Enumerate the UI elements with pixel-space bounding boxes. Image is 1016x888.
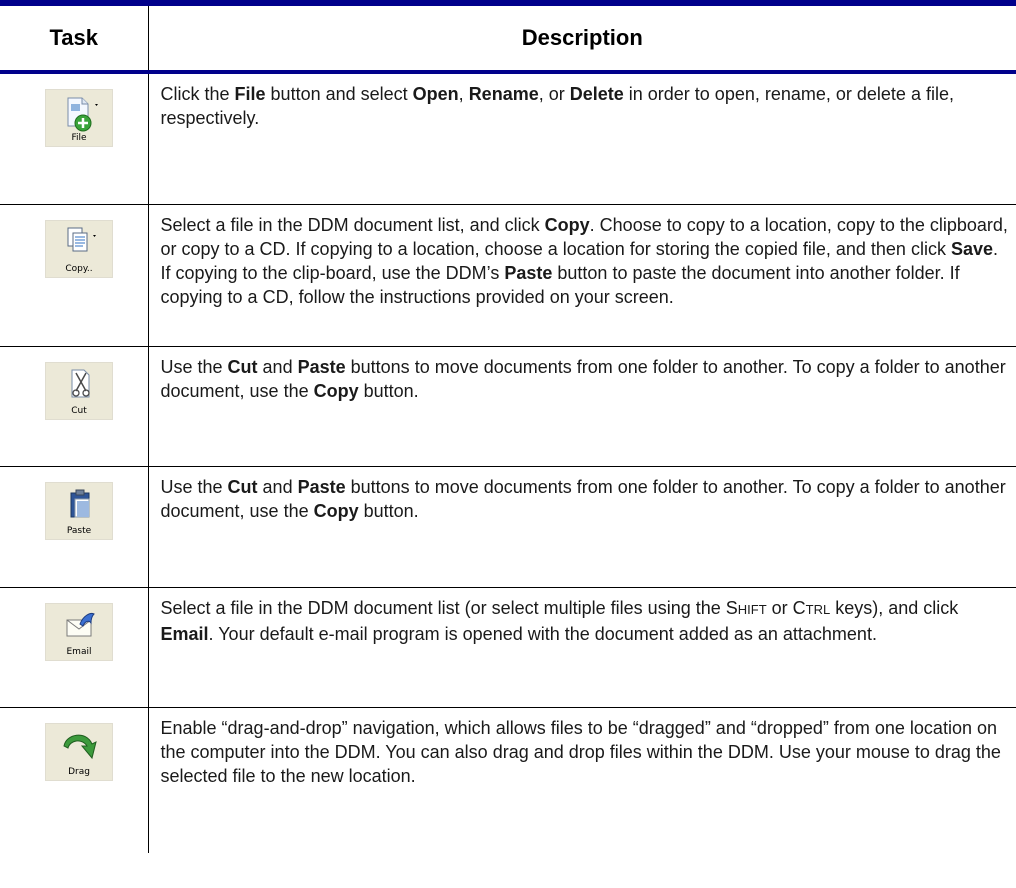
text-run: Enable “drag-and-drop” navigation, which…	[160, 717, 1001, 786]
email-button-label: Email	[66, 646, 92, 657]
header-row: Task Description	[0, 6, 1016, 72]
bold-term: Delete	[569, 84, 624, 104]
table-row-email: Email Select a file in the DDM document …	[0, 587, 1016, 707]
description-cell: Use the Cut and Paste buttons to move do…	[148, 346, 1016, 466]
text-run: or	[766, 597, 793, 618]
description-cell: Use the Cut and Paste buttons to move do…	[148, 466, 1016, 587]
drag-button[interactable]: Drag	[45, 722, 113, 781]
description-column-header: Description	[521, 25, 643, 50]
drag-button-label: Drag	[68, 766, 90, 777]
description-cell: Select a file in the DDM document list, …	[148, 204, 1016, 346]
paste-button[interactable]: Paste	[45, 481, 113, 540]
table-row-file: File Click the File button and select Op…	[0, 72, 1016, 204]
text-run: Use the	[160, 476, 228, 497]
text-run: . Your default e-mail program is opened …	[208, 623, 877, 644]
cut-button-label: Cut	[71, 405, 87, 416]
description-cell: Enable “drag-and-drop” navigation, which…	[148, 707, 1016, 853]
bold-term: Open	[412, 84, 459, 104]
bold-term: Save	[950, 238, 993, 259]
bold-term: Copy	[313, 380, 359, 401]
cut-button[interactable]: Cut	[45, 361, 113, 420]
copy-button[interactable]: Copy..	[45, 219, 113, 278]
bold-term: Copy	[544, 214, 590, 235]
text-run: and	[257, 476, 298, 497]
bold-term: Paste	[504, 262, 553, 283]
text-run: Select a file in the DDM document list, …	[160, 214, 545, 235]
text-run: ,	[458, 84, 469, 104]
description-cell: Click the File button and select Open, R…	[148, 72, 1016, 204]
copy-button-label: Copy..	[65, 263, 93, 274]
bold-term: File	[234, 84, 266, 104]
file-button-label: File	[71, 133, 87, 143]
bold-term: Email	[160, 623, 209, 644]
email-button[interactable]: Email	[45, 602, 113, 661]
text-run: , or	[538, 84, 570, 104]
table-row-drag: Drag Enable “drag-and-drop” navigation, …	[0, 707, 1016, 853]
task-column-header: Task	[0, 6, 149, 72]
table-row-paste: Paste Use the Cut and Paste buttons to m…	[0, 466, 1016, 587]
text-run: Click the	[160, 84, 235, 104]
text-run: Use the	[160, 356, 228, 377]
text-run: button.	[358, 380, 419, 401]
table-row-copy: Copy.. Select a file in the DDM document…	[0, 204, 1016, 346]
key-name: CTRL	[792, 597, 831, 618]
paste-button-label: Paste	[66, 525, 92, 536]
bold-term: Paste	[297, 356, 346, 377]
key-name: SHIFT	[725, 597, 767, 618]
table-row-cut: Cut Use the Cut and Paste buttons to mov…	[0, 346, 1016, 466]
task-table: Task Description File Click the File but…	[0, 6, 1016, 853]
bold-term: Cut	[227, 356, 258, 377]
bold-term: Paste	[297, 476, 346, 497]
file-button[interactable]: File	[45, 89, 113, 147]
description-cell: Select a file in the DDM document list (…	[148, 587, 1016, 707]
text-run: keys), and click	[830, 597, 959, 618]
bold-term: Rename	[468, 84, 539, 104]
bold-term: Cut	[227, 476, 258, 497]
text-run: and	[257, 356, 298, 377]
text-run: Select a file in the DDM document list (…	[160, 597, 726, 618]
text-run: button and select	[265, 84, 413, 104]
bold-term: Copy	[313, 500, 359, 521]
text-run: button.	[358, 500, 419, 521]
